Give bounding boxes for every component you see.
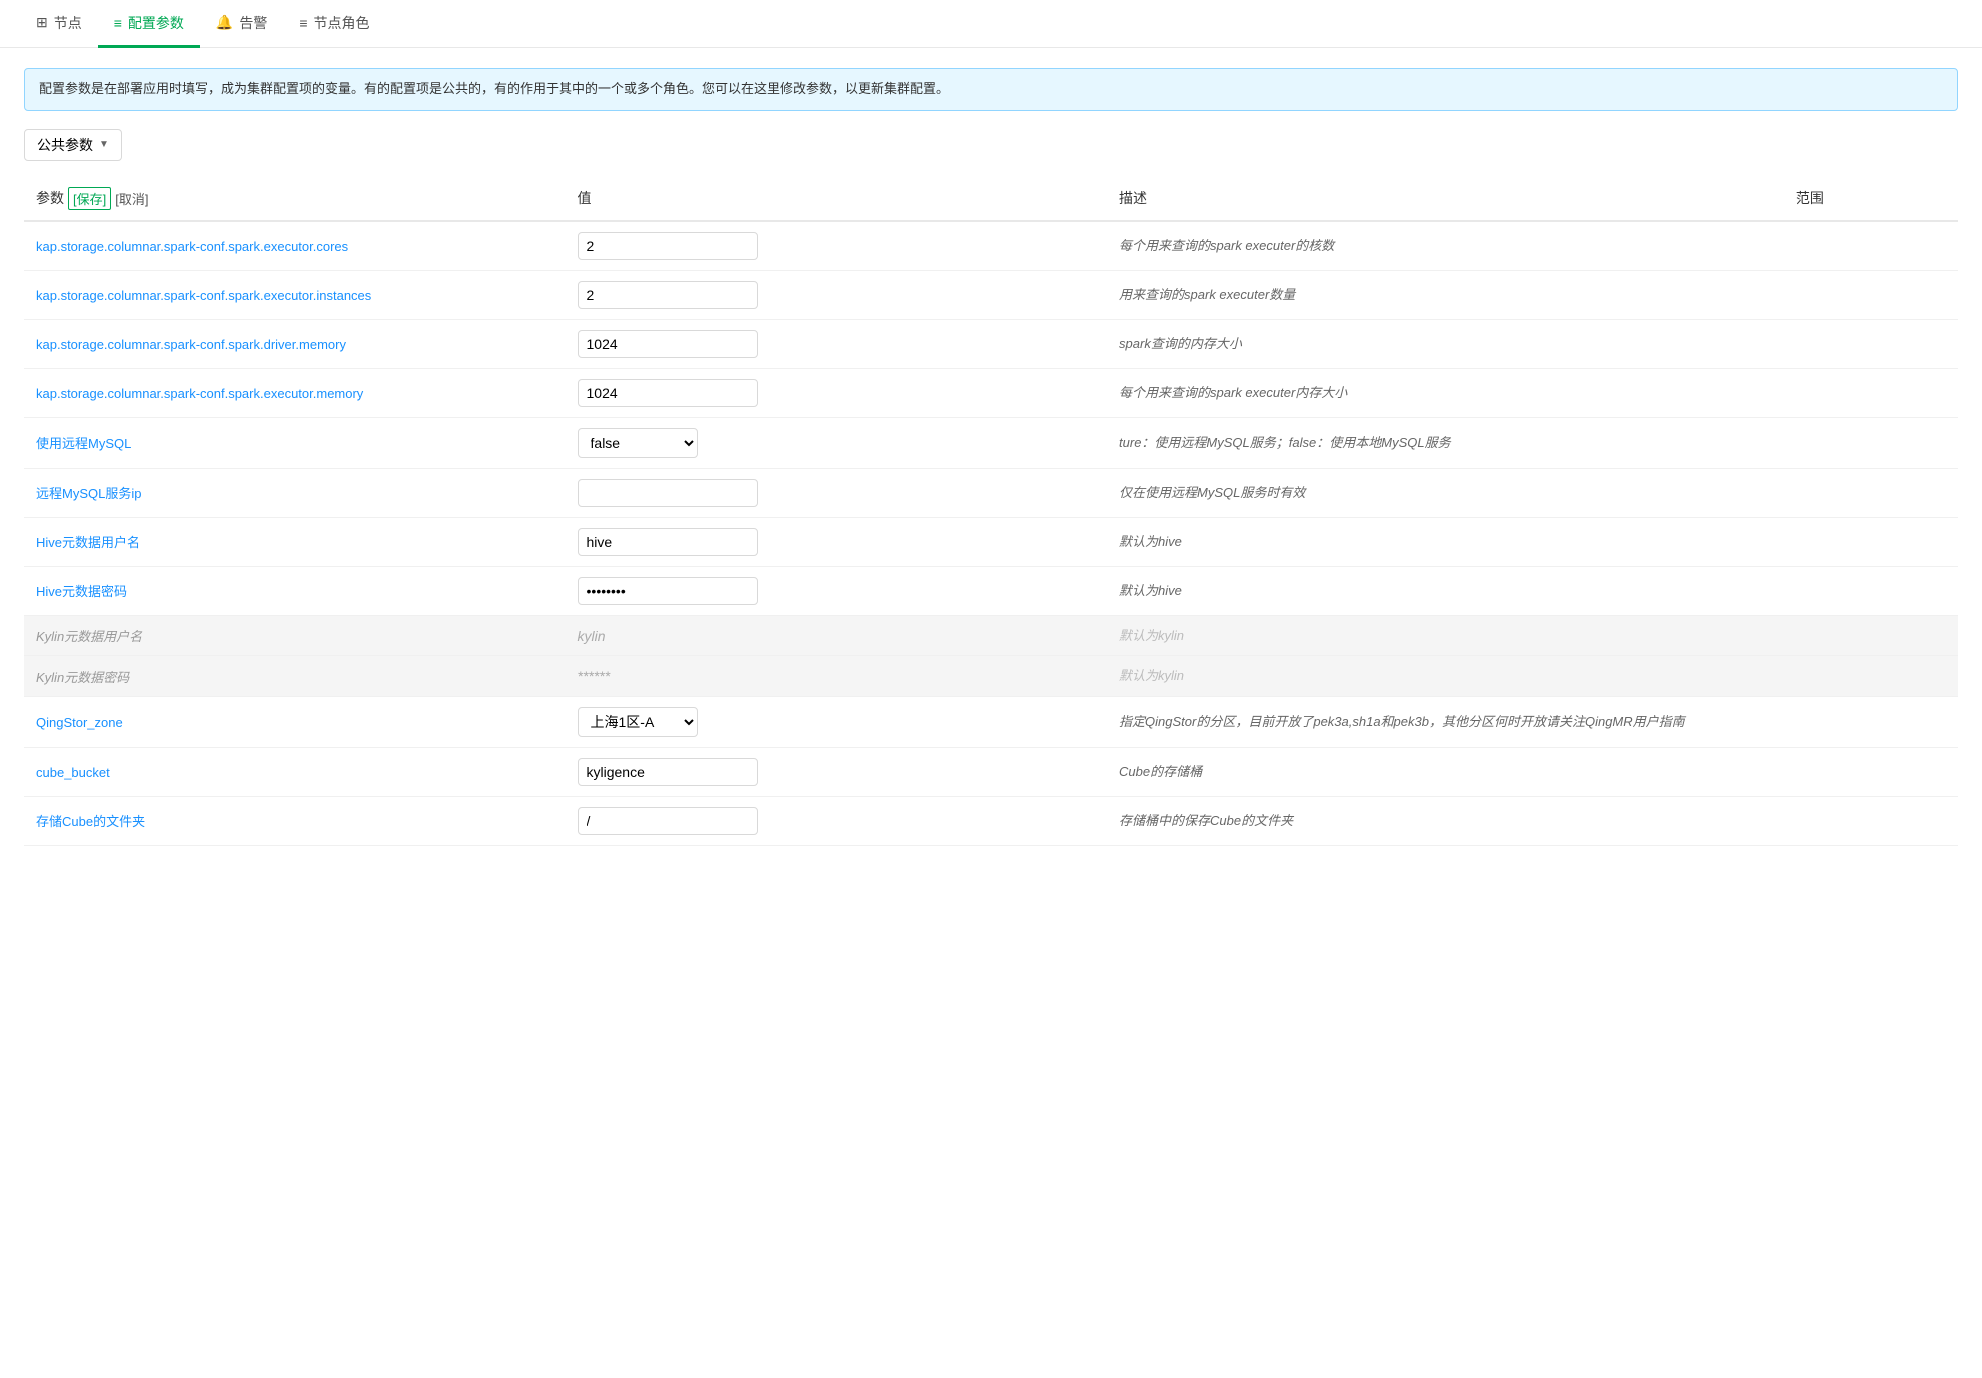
header-value: 值 bbox=[566, 177, 1108, 221]
value-text: ****** bbox=[578, 668, 611, 684]
desc-text: 指定QingStor的分区，目前开放了pek3a,sh1a和pek3b，其他分区… bbox=[1119, 714, 1685, 729]
param-name: 存储Cube的文件夹 bbox=[36, 814, 145, 829]
value-select[interactable]: 上海1区-A上海1区-B北京3区-A bbox=[578, 707, 698, 737]
value-input[interactable] bbox=[578, 528, 758, 556]
table-row: kap.storage.columnar.spark-conf.spark.ex… bbox=[24, 270, 1958, 319]
nodes-icon: ⊞ bbox=[36, 14, 48, 31]
table-row: cube_bucket Cube的存储桶 bbox=[24, 747, 1958, 796]
param-name: Kylin元数据用户名 bbox=[36, 629, 142, 644]
table-row: kap.storage.columnar.spark-conf.spark.ex… bbox=[24, 221, 1958, 271]
range-cell bbox=[1784, 221, 1958, 271]
param-name: QingStor_zone bbox=[36, 715, 123, 730]
nav-item-roles[interactable]: ≡ 节点角色 bbox=[283, 1, 385, 48]
config-icon: ≡ bbox=[114, 15, 122, 31]
nav-item-config[interactable]: ≡ 配置参数 bbox=[98, 1, 200, 48]
main-content: 配置参数是在部署应用时填写，成为集群配置项的变量。有的配置项是公共的，有的作用于… bbox=[0, 48, 1982, 866]
table-row: kap.storage.columnar.spark-conf.spark.dr… bbox=[24, 319, 1958, 368]
nav-label-config: 配置参数 bbox=[128, 13, 184, 33]
value-input[interactable] bbox=[578, 232, 758, 260]
param-name: cube_bucket bbox=[36, 765, 110, 780]
table-row: Kylin元数据密码 ****** 默认为kylin bbox=[24, 656, 1958, 697]
range-cell bbox=[1784, 566, 1958, 615]
value-input[interactable] bbox=[578, 479, 758, 507]
desc-text: 每个用来查询的spark executer内存大小 bbox=[1119, 385, 1347, 400]
table-row: Kylin元数据用户名 kylin 默认为kylin bbox=[24, 615, 1958, 656]
header-desc: 描述 bbox=[1107, 177, 1784, 221]
range-cell bbox=[1784, 517, 1958, 566]
range-cell bbox=[1784, 696, 1958, 747]
chevron-down-icon: ▼ bbox=[99, 139, 109, 150]
param-name: 使用远程MySQL bbox=[36, 436, 131, 451]
nav-item-nodes[interactable]: ⊞ 节点 bbox=[20, 1, 98, 48]
nav-label-roles: 节点角色 bbox=[314, 13, 370, 33]
range-cell bbox=[1784, 319, 1958, 368]
param-name: 远程MySQL服务ip bbox=[36, 486, 141, 501]
desc-text: ture：使用远程MySQL服务；false：使用本地MySQL服务 bbox=[1119, 435, 1451, 450]
range-cell bbox=[1784, 468, 1958, 517]
range-cell bbox=[1784, 747, 1958, 796]
value-input[interactable] bbox=[578, 379, 758, 407]
range-cell bbox=[1784, 417, 1958, 468]
desc-text: 仅在使用远程MySQL服务时有效 bbox=[1119, 485, 1305, 500]
value-text: kylin bbox=[578, 628, 606, 644]
value-input[interactable] bbox=[578, 281, 758, 309]
save-button[interactable]: [保存] bbox=[68, 187, 111, 210]
param-name: Hive元数据用户名 bbox=[36, 535, 140, 550]
range-cell bbox=[1784, 656, 1958, 697]
range-cell bbox=[1784, 270, 1958, 319]
param-name: Kylin元数据密码 bbox=[36, 670, 129, 685]
table-row: Hive元数据密码 默认为hive bbox=[24, 566, 1958, 615]
header-param: 参数 [保存] [取消] bbox=[24, 177, 566, 221]
dropdown-label: 公共参数 bbox=[37, 135, 93, 155]
range-cell bbox=[1784, 796, 1958, 845]
table-row: 使用远程MySQL falsetrue ture：使用远程MySQL服务；false… bbox=[24, 417, 1958, 468]
desc-text: 默认为hive bbox=[1119, 583, 1182, 598]
value-input[interactable] bbox=[578, 577, 758, 605]
desc-text: 默认为hive bbox=[1119, 534, 1182, 549]
param-name: kap.storage.columnar.spark-conf.spark.ex… bbox=[36, 288, 371, 303]
desc-text: 存储桶中的保存Cube的文件夹 bbox=[1119, 813, 1293, 828]
info-box: 配置参数是在部署应用时填写，成为集群配置项的变量。有的配置项是公共的，有的作用于… bbox=[24, 68, 1958, 111]
param-name: kap.storage.columnar.spark-conf.spark.ex… bbox=[36, 386, 363, 401]
table-row: 存储Cube的文件夹 存储桶中的保存Cube的文件夹 bbox=[24, 796, 1958, 845]
nav-item-alerts[interactable]: 🔔 告警 bbox=[200, 1, 283, 48]
range-cell bbox=[1784, 615, 1958, 656]
range-cell bbox=[1784, 368, 1958, 417]
header-param-label: 参数 bbox=[36, 188, 64, 208]
value-input[interactable] bbox=[578, 807, 758, 835]
table-header-row: 参数 [保存] [取消] 值 描述 范围 bbox=[24, 177, 1958, 221]
cancel-button[interactable]: [取消] bbox=[115, 189, 148, 208]
table-row: 远程MySQL服务ip 仅在使用远程MySQL服务时有效 bbox=[24, 468, 1958, 517]
top-navigation: ⊞ 节点 ≡ 配置参数 🔔 告警 ≡ 节点角色 bbox=[0, 0, 1982, 48]
public-params-dropdown[interactable]: 公共参数 ▼ bbox=[24, 129, 122, 161]
desc-text: Cube的存储桶 bbox=[1119, 764, 1202, 779]
desc-text: 每个用来查询的spark executer的核数 bbox=[1119, 238, 1334, 253]
info-box-text: 配置参数是在部署应用时填写，成为集群配置项的变量。有的配置项是公共的，有的作用于… bbox=[39, 81, 949, 96]
desc-text: 用来查询的spark executer数量 bbox=[1119, 287, 1295, 302]
param-name: kap.storage.columnar.spark-conf.spark.dr… bbox=[36, 337, 346, 352]
table-row: kap.storage.columnar.spark-conf.spark.ex… bbox=[24, 368, 1958, 417]
value-select[interactable]: falsetrue bbox=[578, 428, 698, 458]
value-input[interactable] bbox=[578, 330, 758, 358]
desc-text: 默认为kylin bbox=[1119, 668, 1184, 683]
alert-icon: 🔔 bbox=[216, 14, 233, 31]
value-input[interactable] bbox=[578, 758, 758, 786]
table-row: Hive元数据用户名 默认为hive bbox=[24, 517, 1958, 566]
param-name: Hive元数据密码 bbox=[36, 584, 127, 599]
nav-label-nodes: 节点 bbox=[54, 13, 82, 33]
table-row: QingStor_zone 上海1区-A上海1区-B北京3区-A 指定QingSto… bbox=[24, 696, 1958, 747]
nav-label-alerts: 告警 bbox=[239, 13, 267, 33]
param-name: kap.storage.columnar.spark-conf.spark.ex… bbox=[36, 239, 348, 254]
desc-text: spark查询的内存大小 bbox=[1119, 336, 1242, 351]
header-range: 范围 bbox=[1784, 177, 1958, 221]
params-table: 参数 [保存] [取消] 值 描述 范围 kap.storage.columna… bbox=[24, 177, 1958, 846]
roles-icon: ≡ bbox=[299, 15, 307, 31]
desc-text: 默认为kylin bbox=[1119, 628, 1184, 643]
